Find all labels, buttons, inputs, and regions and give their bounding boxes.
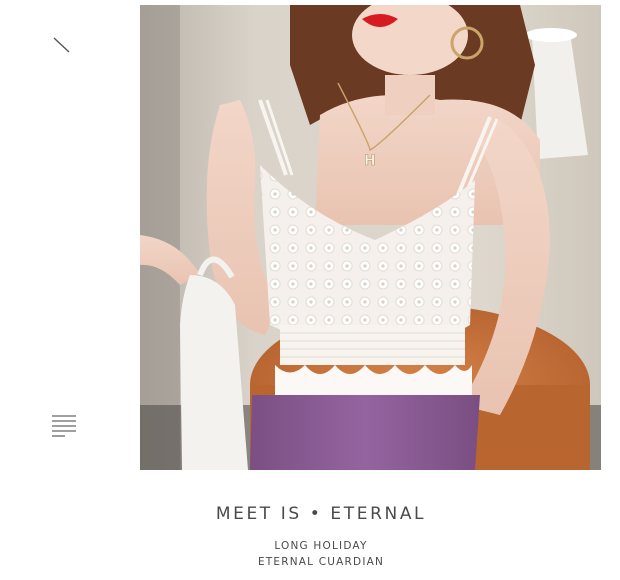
slash-icon (52, 34, 74, 56)
pendant-letter: H (364, 153, 376, 169)
caption-line-1: LONG HOLIDAY (274, 540, 368, 552)
menu-lines-icon (51, 414, 77, 438)
caption-line-2: ETERNAL CUARDIAN (257, 556, 385, 568)
caption-title: MEET IS • ETERNAL (215, 504, 427, 524)
product-photo: H (140, 5, 601, 470)
